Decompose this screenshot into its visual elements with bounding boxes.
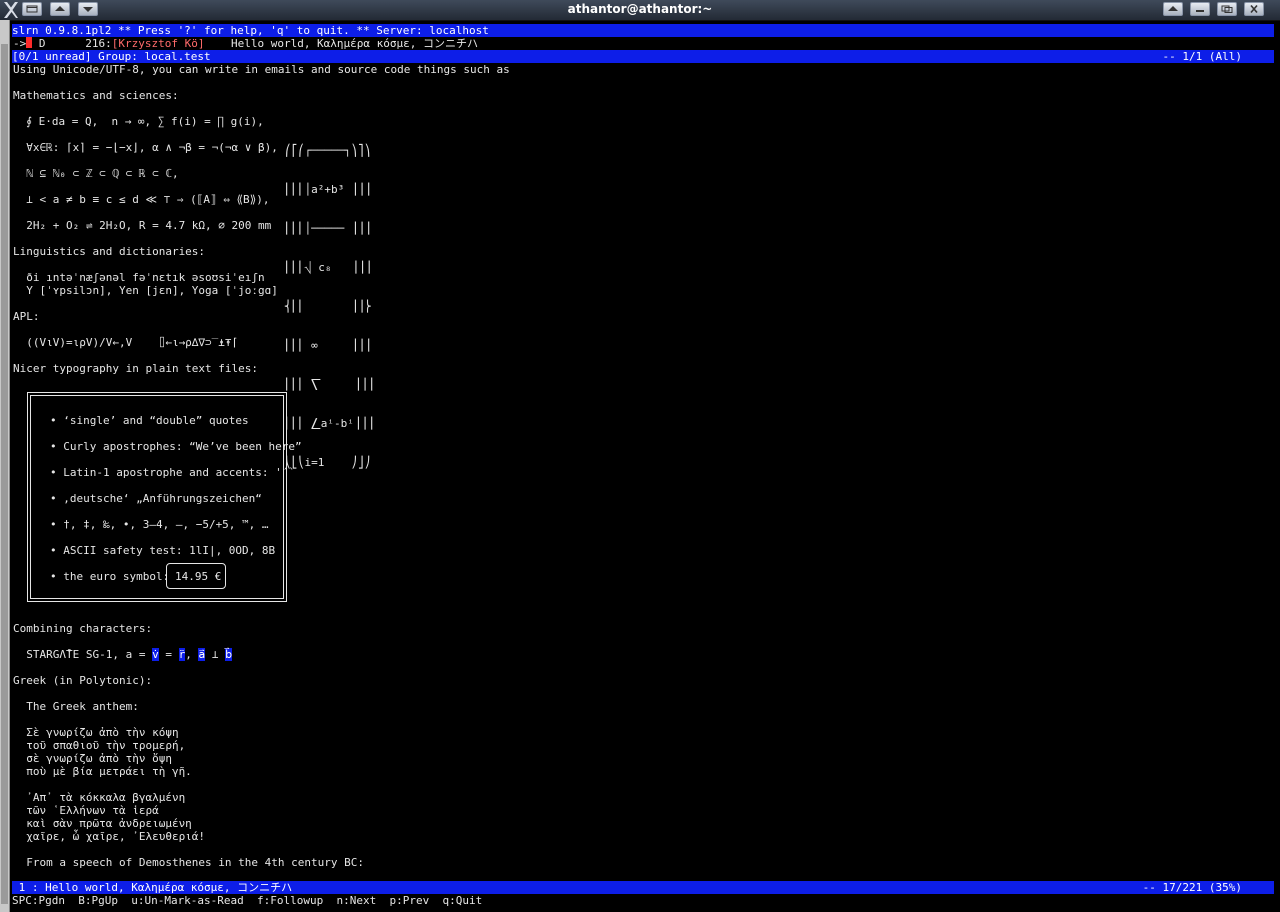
greek-line: ποὺ μὲ βία μετράει τὴ γῆ.	[13, 765, 192, 778]
matrix-row: ⎜⎢⎜│a²+b³ ⎟⎥⎟	[278, 183, 371, 196]
matrix-row: ⎛⎡⎛┌─────┐⎞⎤⎞	[278, 144, 371, 157]
matrix-row: ⎜⎢⎜ ⎳aⁱ-bⁱ⎟⎥⎟	[278, 417, 374, 430]
ling-line: Y [ˈʏpsilɔn], Yen [jɛn], Yoga [ˈjoːgɑ]	[13, 284, 278, 297]
greek-line: τοῦ σπαθιοῦ τὴν τρομερή,	[13, 739, 186, 752]
triangle-up-icon	[1168, 6, 1178, 11]
apl-line: ((V⍳V)=⍳⍴V)/V←,V ⌷←⍳→⍴∆∇⊃‾⍎⍕⌈	[13, 336, 239, 349]
greek-line: τῶν ῾Ελλήνων τὰ ἱερά	[13, 804, 159, 817]
greek-line: καὶ σὰν πρῶτα ἀνδρειωμένη	[13, 817, 192, 830]
math-line: 2H₂ + O₂ ⇌ 2H₂O, R = 4.7 kΩ, ⌀ 200 mm	[13, 219, 272, 232]
math-heading: Mathematics and sciences:	[13, 89, 179, 102]
group-bar: [0/1 unread] Group: local.test -- 1/1 (Al…	[12, 50, 1274, 63]
greek-line: χαῖρε, ὦ χαῖρε, ᾿Ελευθεριά!	[13, 830, 206, 843]
header-bar: slrn 0.9.8.1pl2 ** Press '?' for help, '…	[12, 24, 1274, 37]
greek-anthem-title: The Greek anthem:	[13, 700, 139, 713]
scrollbar-thumb[interactable]	[1, 44, 8, 904]
article-line[interactable]: -> D 216:[Krzysztof Kö] Hello world, Καλ…	[13, 37, 478, 50]
typo-item: • ASCII safety test: 1lI|, 0OD, 8B	[50, 544, 276, 557]
minimize-icon	[1196, 10, 1204, 12]
typo-item: • ‚deutsche‘ „Anführungszeichen“	[50, 492, 262, 505]
greek-line: σὲ γνωρίζω ἀπὸ τὴν ὄψη	[13, 752, 172, 765]
status-bar: 1 : Hello world, Καλημέρα κόσμε, コンニチハ --…	[12, 881, 1274, 894]
greek-heading: Greek (in Polytonic):	[13, 674, 153, 687]
close-button[interactable]	[1244, 2, 1264, 16]
combining-heading: Combining characters:	[13, 622, 153, 635]
matrix-row: ⎨⎢⎜ ⎟⎥⎬	[278, 300, 371, 313]
article-author: [Krzysztof Kö]	[111, 37, 205, 50]
ling-heading: Linguistics and dictionaries:	[13, 245, 206, 258]
matrix-row: ⎜⎢⎜⎷ c₈ ⎟⎥⎟	[278, 261, 372, 274]
minimize-button[interactable]	[1190, 2, 1210, 16]
matrix-row: ⎜⎢⎜ ∞ ⎟⎥⎟	[278, 339, 371, 352]
greek-line: Σὲ γνωρίζω ἀπὸ τὴν κόψη	[13, 726, 179, 739]
terminal[interactable]: slrn 0.9.8.1pl2 ** Press '?' for help, '…	[12, 22, 1276, 912]
maximize-icon	[1221, 5, 1233, 13]
math-line: ∮ E⋅da = Q, n → ∞, ∑ f(i) = ∏ g(i),	[13, 115, 264, 128]
euro-value: 14.95 €	[175, 570, 222, 583]
typo-item: • the euro symbol:	[50, 570, 170, 583]
math-line: ∀x∈ℝ: ⌈x⌉ = −⌊−x⌋, α ∧ ¬β = ¬(¬α ∨ β),	[13, 141, 278, 154]
matrix-row: ⎜⎢⎜│───── ⎟⎥⎟	[278, 222, 371, 235]
window-titlebar[interactable]: athantor@athantor:~	[0, 0, 1280, 21]
greek-line: ᾿Απ᾿ τὰ κόκκαλα βγαλμένη	[13, 791, 186, 804]
typo-heading: Nicer typography in plain text files:	[13, 362, 259, 375]
typo-item: • †, ‡, ‰, •, 3–4, —, −5/+5, ™, …	[50, 518, 269, 531]
combining-line: STARGΛ̊TE SG-1, a = v̇ = r̈, a⃑ ⊥ b⃑	[13, 648, 233, 661]
window-title: athantor@athantor:~	[567, 2, 713, 16]
matrix-row: ⎜⎢⎜ ⎲ ⎟⎥⎟	[278, 378, 374, 391]
article-subject: Hello world, Καλημέρα κόσμε, コンニチハ	[230, 37, 479, 50]
shade-toggle-button[interactable]	[1163, 2, 1183, 16]
close-icon	[1250, 5, 1258, 13]
intro-line: Using Unicode/UTF-8, you can write in em…	[13, 63, 510, 76]
math-line: ⊥ < a ≠ b ≡ c ≤ d ≪ ⊤ ⇒ (⟦A⟧ ⇔ ⟪B⟫),	[13, 193, 270, 206]
speech-line: From a speech of Demosthenes in the 4th …	[13, 856, 364, 869]
typo-item: • Curly apostrophes: “We’ve been here”	[50, 440, 302, 453]
ling-line: ði ıntəˈnæʃənəl fəˈnɛtık əsoʊsiˈeıʃn	[13, 271, 265, 284]
apl-heading: APL:	[13, 310, 40, 323]
typo-item: • Latin-1 apostrophe and accents: '´`	[50, 466, 296, 479]
scrollbar[interactable]	[0, 20, 10, 912]
math-matrix: ⎛⎡⎛┌─────┐⎞⎤⎞ ⎜⎢⎜│a²+b³ ⎟⎥⎟ ⎜⎢⎜│───── ⎟⎥…	[278, 118, 374, 495]
maximize-button[interactable]	[1217, 2, 1237, 16]
help-line: SPC:Pgdn B:PgUp u:Un-Mark-as-Read f:Foll…	[12, 894, 483, 907]
math-line: ℕ ⊆ ℕ₀ ⊂ ℤ ⊂ ℚ ⊂ ℝ ⊂ ℂ,	[13, 167, 179, 180]
typo-item: • ‘single’ and “double” quotes	[50, 414, 249, 427]
